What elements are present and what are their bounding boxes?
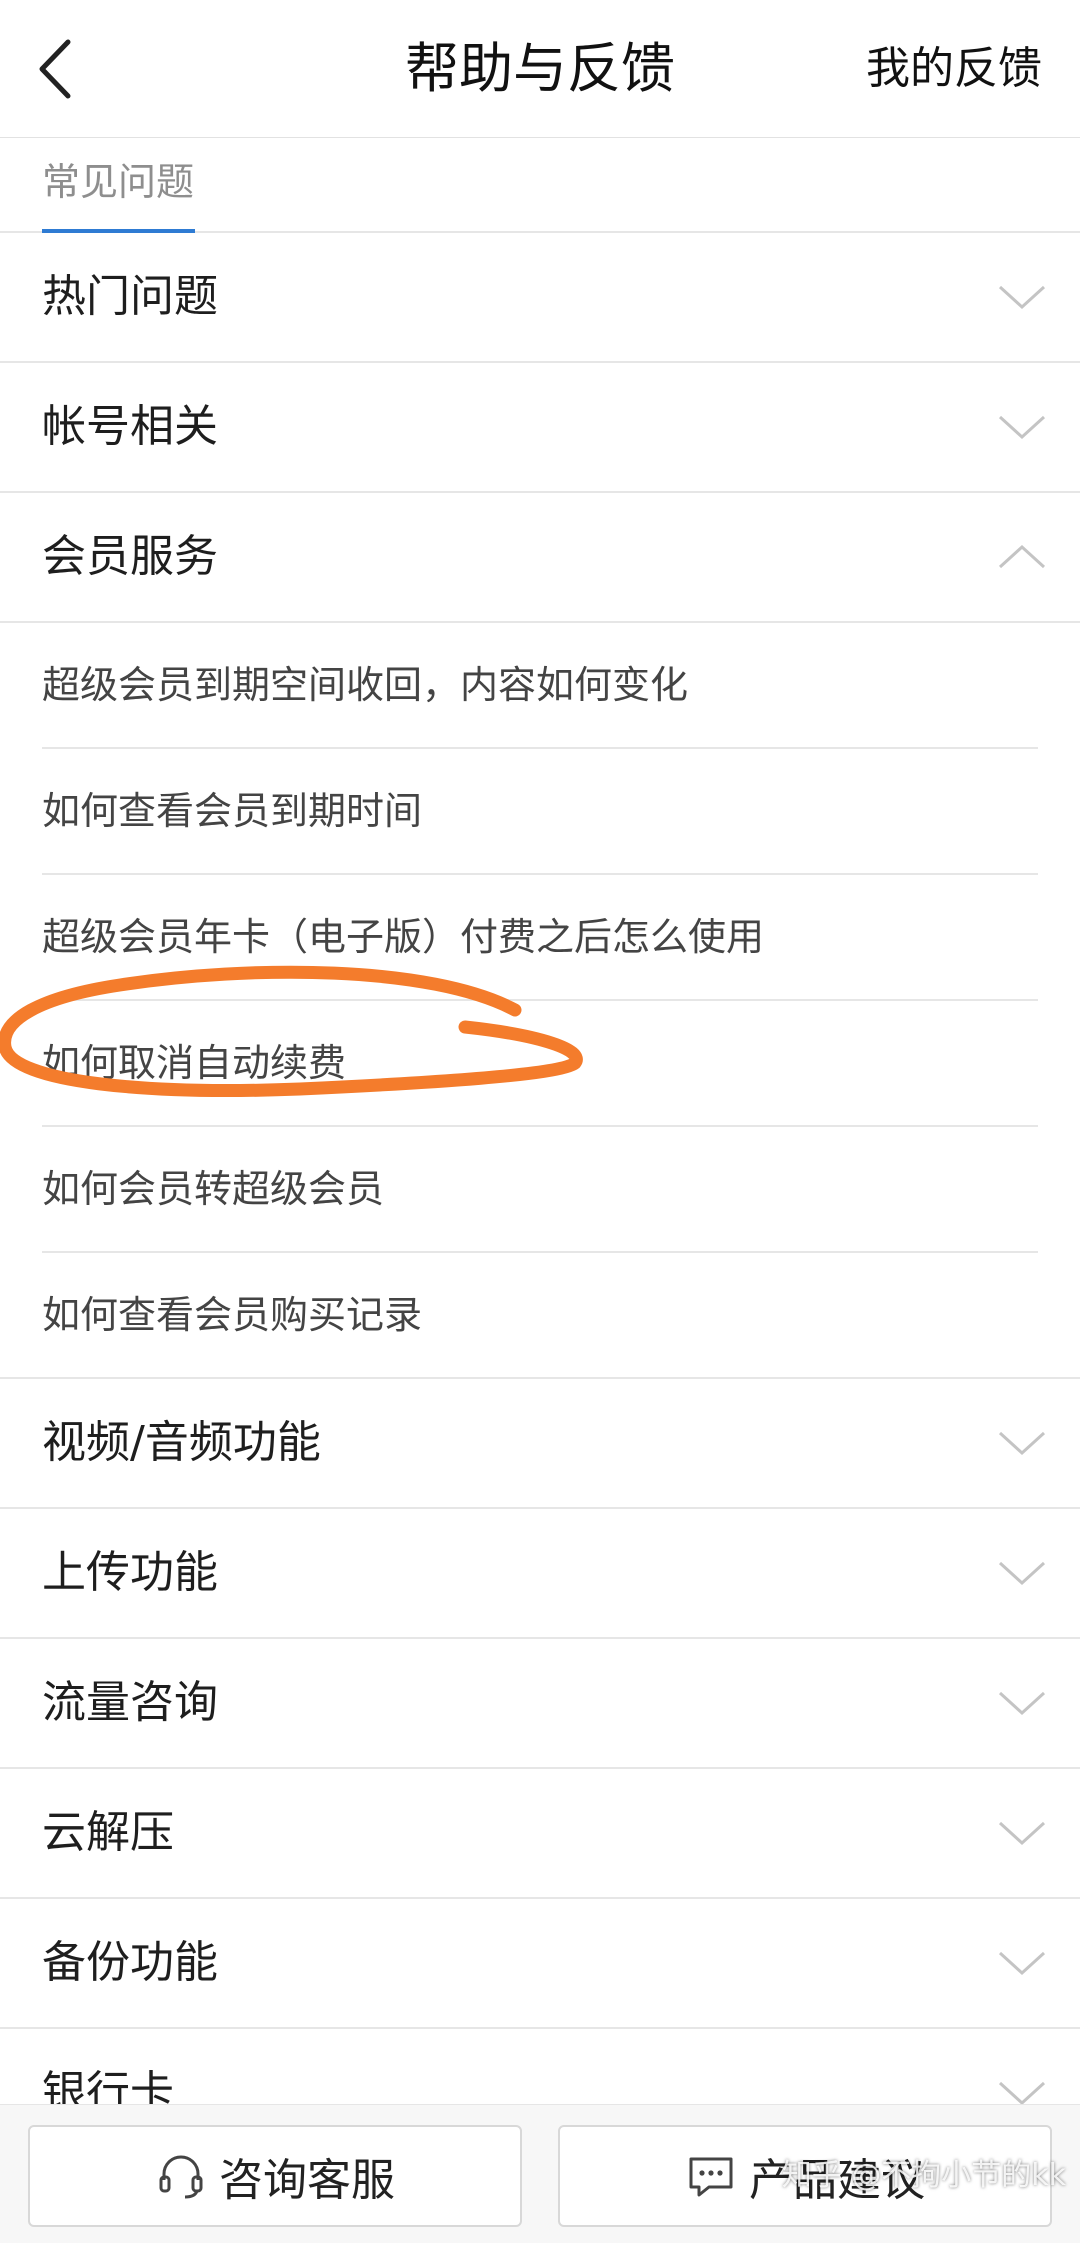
question-item-cancel-auto-renew[interactable]: 如何取消自动续费 (42, 1001, 1038, 1127)
category-label: 上传功能 (42, 1547, 218, 1598)
question-item[interactable]: 如何查看会员购买记录 (42, 1253, 1038, 1377)
product-suggestion-button[interactable]: 产品建议 (558, 2125, 1052, 2227)
tab-bar: 常见问题 (0, 138, 1080, 233)
chevron-down-icon (998, 1561, 1046, 1586)
question-label: 如何会员转超级会员 (42, 1167, 385, 1211)
question-label: 超级会员年卡（电子版）付费之后怎么使用 (42, 915, 765, 959)
category-account[interactable]: 帐号相关 (0, 363, 1080, 493)
nav-header: 帮助与反馈 我的反馈 (0, 0, 1080, 138)
question-label: 超级会员到期空间收回，内容如何变化 (42, 663, 689, 707)
question-label: 如何查看会员到期时间 (42, 789, 423, 833)
chevron-down-icon (998, 1431, 1046, 1456)
category-backup[interactable]: 备份功能 (0, 1899, 1080, 2029)
headset-icon (159, 2155, 203, 2199)
membership-questions: 超级会员到期空间收回，内容如何变化 如何查看会员到期时间 超级会员年卡（电子版）… (0, 623, 1080, 1379)
question-item[interactable]: 超级会员到期空间收回，内容如何变化 (42, 623, 1038, 749)
category-upload[interactable]: 上传功能 (0, 1509, 1080, 1639)
category-traffic[interactable]: 流量咨询 (0, 1639, 1080, 1769)
question-item[interactable]: 如何会员转超级会员 (42, 1127, 1038, 1253)
category-label: 备份功能 (42, 1937, 218, 1988)
category-label: 视频/音频功能 (42, 1417, 321, 1468)
question-item[interactable]: 超级会员年卡（电子版）付费之后怎么使用 (42, 875, 1038, 1001)
chevron-down-icon (998, 415, 1046, 440)
consult-service-button[interactable]: 咨询客服 (28, 2125, 522, 2227)
category-label: 热门问题 (42, 271, 218, 322)
category-hot-questions[interactable]: 热门问题 (0, 233, 1080, 363)
footer-bar: 咨询客服 产品建议 (0, 2104, 1080, 2243)
category-cloud-unzip[interactable]: 云解压 (0, 1769, 1080, 1899)
question-label: 如何查看会员购买记录 (42, 1293, 423, 1337)
category-membership[interactable]: 会员服务 (0, 493, 1080, 623)
chevron-up-icon (998, 544, 1046, 569)
question-item[interactable]: 如何查看会员到期时间 (42, 749, 1038, 875)
chevron-down-icon (998, 1951, 1046, 1976)
product-suggestion-label: 产品建议 (749, 2155, 925, 2206)
back-arrow-icon[interactable] (30, 34, 80, 104)
chevron-down-icon (998, 285, 1046, 310)
category-label: 流量咨询 (42, 1677, 218, 1728)
chevron-down-icon (998, 1821, 1046, 1846)
consult-service-label: 咨询客服 (219, 2155, 395, 2206)
category-video-audio[interactable]: 视频/音频功能 (0, 1379, 1080, 1509)
faq-list: 热门问题 帐号相关 会员服务 超级会员到期空间收回，内容如何变化 如何查看会员到… (0, 233, 1080, 2159)
chevron-down-icon (998, 1691, 1046, 1716)
tab-faq[interactable]: 常见问题 (42, 138, 194, 231)
category-label: 帐号相关 (42, 401, 218, 452)
question-label: 如何取消自动续费 (42, 1041, 347, 1085)
my-feedback-button[interactable]: 我的反馈 (866, 0, 1042, 137)
category-label: 会员服务 (42, 531, 218, 582)
chat-bubble-icon (689, 2157, 733, 2197)
category-label: 云解压 (42, 1807, 174, 1858)
